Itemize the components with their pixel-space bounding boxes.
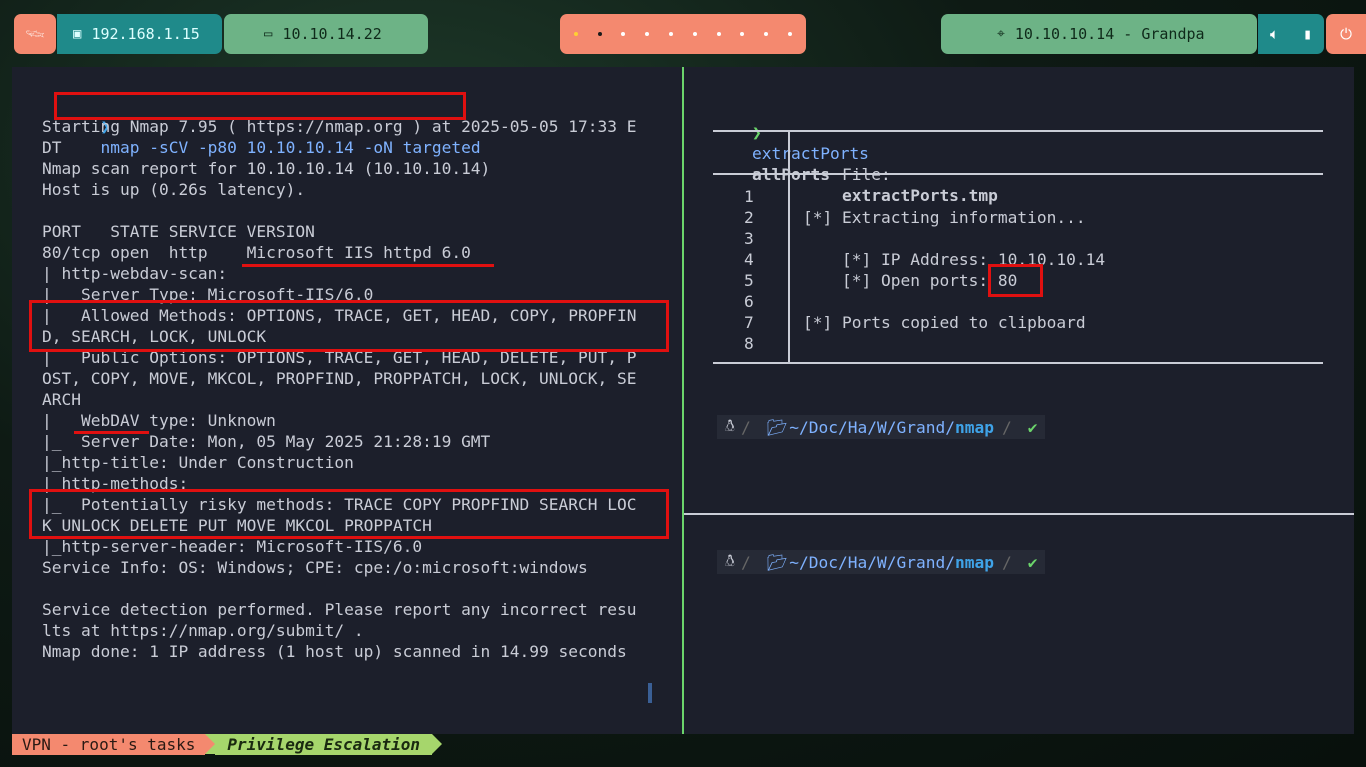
target-widget: ⌖ 10.10.10.14 - Grandpa xyxy=(941,14,1257,54)
highlight-command xyxy=(54,92,466,120)
workspace-dot[interactable] xyxy=(573,32,578,36)
folder-icon: 📂︎ xyxy=(766,552,788,572)
output-line: Nmap scan report for 10.10.10.14 (10.10.… xyxy=(42,159,491,178)
battery-icon[interactable]: ▮ xyxy=(1303,25,1312,43)
output-line: Service Info: OS: Windows; CPE: cpe:/o:m… xyxy=(42,558,588,577)
output-line: |_ Server Date: Mon, 05 May 2025 21:28:1… xyxy=(42,432,491,451)
content-line: [*] Extracting information... xyxy=(803,208,1086,227)
workspace-dot[interactable] xyxy=(597,32,602,36)
bat-rule-bottom xyxy=(713,362,1323,364)
line-number: 3 xyxy=(744,229,754,248)
tmux-statusbar: VPN - root's tasks Privilege Escalation xyxy=(12,734,443,755)
prompt-path-current: nmap xyxy=(954,552,994,572)
terminal-window[interactable]: ❯ nmap -sCV -p80 10.10.10.14 -oN targete… xyxy=(12,67,1354,734)
highlight-risky-methods xyxy=(29,489,669,539)
laptop-icon: ▭ xyxy=(264,26,273,42)
vpn-ip: 10.10.14.22 xyxy=(282,25,382,43)
output-line: DT xyxy=(42,138,62,157)
system-tray[interactable]: 🔈︎ ▮ xyxy=(1258,14,1324,54)
target-label: 10.10.10.14 - Grandpa xyxy=(1014,25,1205,43)
vpn-ip-widget: ▭ 10.10.14.22 xyxy=(224,14,428,54)
app-logo[interactable]: 𓆝 xyxy=(14,14,56,54)
file-label: File: xyxy=(841,165,891,184)
output-line: Service detection performed. Please repo… xyxy=(42,600,637,619)
workspace-dot[interactable] xyxy=(740,32,745,36)
highlight-open-ports xyxy=(988,264,1043,297)
workspace-dot[interactable] xyxy=(645,32,650,36)
nmap-command: nmap -sCV -p80 10.10.10.14 -oN targeted xyxy=(100,138,481,157)
output-line: Nmap done: 1 IP address (1 host up) scan… xyxy=(42,642,627,661)
local-ip-widget: ▣ 192.168.1.15 xyxy=(57,14,222,54)
underline-version xyxy=(242,264,494,267)
output-line: ARCH xyxy=(42,390,81,409)
output-line: Host is up (0.26s latency). xyxy=(42,180,306,199)
scroll-cursor xyxy=(648,683,652,703)
local-ip: 192.168.1.15 xyxy=(91,25,200,43)
line-number: 1 xyxy=(744,187,754,206)
prompt-symbol: ❯ xyxy=(751,123,762,142)
volume-icon[interactable]: 🔈︎ xyxy=(1270,25,1279,43)
output-line: PORT STATE SERVICE VERSION xyxy=(42,222,315,241)
bat-rule-top xyxy=(713,130,1323,132)
success-check-icon: ✔ xyxy=(1019,415,1046,439)
session-name[interactable]: VPN - root's tasks xyxy=(12,734,206,755)
success-check-icon: ✔ xyxy=(1019,550,1046,574)
line-number: 6 xyxy=(744,292,754,311)
output-line: |_http-server-header: Microsoft-IIS/6.0 xyxy=(42,537,423,556)
workspace-dot[interactable] xyxy=(692,32,697,36)
shell-prompt[interactable]: 🐧︎ / 📂︎ ~/Doc/Ha/W/Grand/nmap / ✔ xyxy=(717,550,1046,574)
workspace-dot[interactable] xyxy=(716,32,721,36)
crosshair-icon: ⌖ xyxy=(997,26,1005,42)
bat-gutter-line xyxy=(788,130,790,362)
monitor-icon: ▣ xyxy=(73,26,82,42)
line-number: 2 xyxy=(744,208,754,227)
workspace-dot[interactable] xyxy=(764,32,769,36)
line-number: 5 xyxy=(744,271,754,290)
workspace-dot[interactable] xyxy=(669,32,674,36)
line-number: 4 xyxy=(744,250,754,269)
power-button[interactable]: ⏻ xyxy=(1326,14,1366,54)
logo-icon: 𓆝 xyxy=(25,27,45,46)
file-name: extractPorts.tmp xyxy=(841,186,998,205)
workspace-switcher[interactable] xyxy=(560,14,806,54)
pane-divider-vertical[interactable] xyxy=(682,67,684,734)
content-line: [*] IP Address: 10.10.10.14 xyxy=(803,250,1106,269)
underline-webdav xyxy=(74,431,149,434)
workspace-dot[interactable] xyxy=(621,32,626,36)
output-line: 80/tcp open http Microsoft IIS httpd 6.0 xyxy=(42,243,471,262)
output-line: lts at https://nmap.org/submit/ . xyxy=(42,621,364,640)
prompt-path: ~/Doc/Ha/W/Grand/ xyxy=(789,417,955,437)
content-line: [*] Ports copied to clipboard xyxy=(803,313,1086,332)
power-icon: ⏻ xyxy=(1340,25,1352,43)
output-line: | WebDAV type: Unknown xyxy=(42,411,276,430)
output-line: | http-webdav-scan: xyxy=(42,264,228,283)
prompt-path: ~/Doc/Ha/W/Grand/ xyxy=(789,552,955,572)
output-line: OST, COPY, MOVE, MKCOL, PROPFIND, PROPPA… xyxy=(42,369,637,388)
pane-divider-horizontal[interactable] xyxy=(684,513,1354,515)
highlight-allowed-methods xyxy=(29,300,669,352)
content-line: [*] Open ports: 80 xyxy=(803,271,1018,290)
linux-icon: 🐧︎ / xyxy=(717,415,759,439)
line-number: 8 xyxy=(744,334,754,353)
output-line: |_http-title: Under Construction xyxy=(42,453,354,472)
prompt-path-current: nmap xyxy=(954,417,994,437)
linux-icon: 🐧︎ / xyxy=(717,550,759,574)
workspace-dot[interactable] xyxy=(788,32,793,36)
window-name[interactable]: Privilege Escalation xyxy=(215,734,433,755)
left-pane[interactable]: ❯ nmap -sCV -p80 10.10.10.14 -oN targete… xyxy=(12,67,682,734)
folder-icon: 📂︎ xyxy=(766,417,788,437)
line-number: 7 xyxy=(744,313,754,332)
shell-prompt: 🐧︎ / 📂︎ ~/Doc/Ha/W/Grand/nmap / ✔ xyxy=(717,415,1046,439)
